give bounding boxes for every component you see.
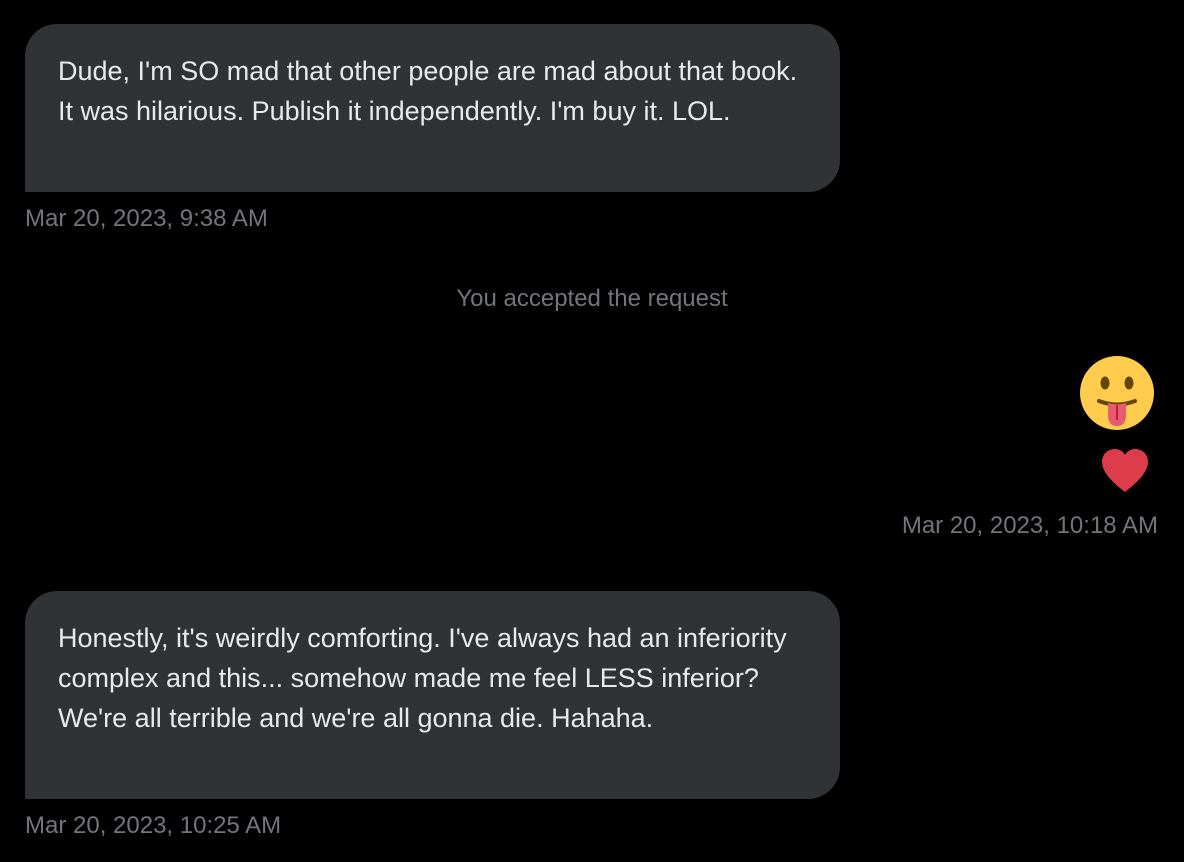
received-message-bubble[interactable]: Honestly, it's weirdly comforting. I've …	[25, 591, 840, 799]
heart-reaction-icon[interactable]	[1100, 448, 1150, 494]
face-with-tongue-icon[interactable]	[1080, 356, 1154, 430]
message-text: Honestly, it's weirdly comforting. I've …	[58, 623, 787, 733]
message-timestamp: Mar 20, 2023, 10:18 AM	[901, 512, 1158, 539]
received-message-bubble[interactable]: Dude, I'm SO mad that other people are m…	[25, 24, 840, 192]
message-timestamp: Mar 20, 2023, 10:25 AM	[25, 812, 282, 839]
message-timestamp: Mar 20, 2023, 9:38 AM	[25, 205, 268, 232]
message-text: Dude, I'm SO mad that other people are m…	[58, 56, 798, 126]
request-accepted-note: You accepted the request	[456, 285, 728, 312]
